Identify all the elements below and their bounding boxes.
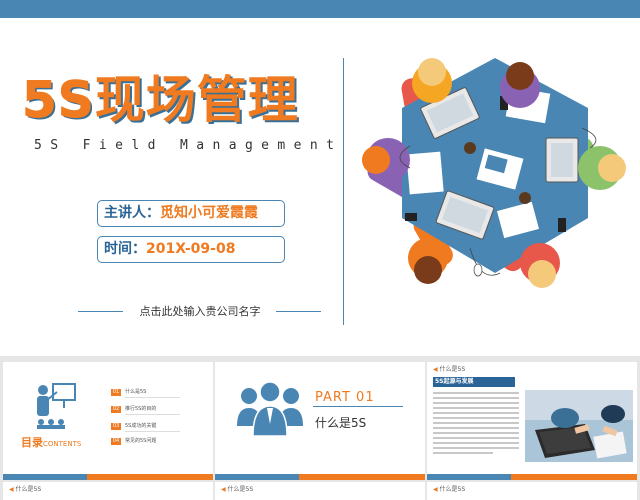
date-label: 时间：	[104, 241, 146, 257]
company-line-right	[276, 311, 321, 312]
toc-title: 目录CONTENTS	[21, 434, 81, 450]
toc-item-number: 01	[111, 389, 121, 396]
meeting-illustration[interactable]	[350, 48, 640, 298]
text-line	[433, 452, 493, 454]
thumbnail-row2-3[interactable]: ◀ 什么是5S	[427, 482, 637, 500]
toc-title-cn: 目录	[21, 436, 43, 449]
toc-divider	[125, 397, 180, 398]
text-line	[433, 392, 519, 394]
text-line	[433, 417, 519, 419]
speaker-value: 觅知小可爱霞霞	[160, 205, 258, 221]
speaker-label: 主讲人：	[104, 205, 160, 221]
company-name-placeholder[interactable]: 点击此处输入贵公司名字	[124, 303, 276, 319]
office-photo	[525, 390, 633, 462]
thumb-header: ◀ 什么是5S	[433, 364, 465, 373]
toc-title-en: CONTENTS	[43, 440, 82, 448]
thumb-header: ◀ 什么是5S	[9, 484, 41, 493]
thumbnail-row2-2[interactable]: ◀ 什么是5S	[215, 482, 425, 500]
toc-item-number: 04	[111, 438, 121, 445]
text-line	[433, 437, 519, 439]
section-title: 5S起源与发展	[433, 377, 515, 387]
part-label: PART 01	[315, 390, 375, 405]
thumb-bottom-accent	[511, 474, 637, 480]
date-box[interactable]: 时间：201X-09-08	[97, 236, 285, 263]
speaker-box[interactable]: 主讲人：觅知小可爱霞霞	[97, 200, 285, 227]
text-line	[433, 442, 519, 444]
presenter-icon	[37, 383, 76, 429]
toc-item[interactable]: 03 5S成功的关键	[111, 422, 156, 430]
toc-divider	[125, 431, 180, 432]
toc-item-number: 03	[111, 423, 121, 430]
text-line	[433, 422, 519, 424]
text-line	[433, 432, 519, 434]
slide-title[interactable]: 5S现场管理	[22, 70, 299, 130]
thumb-bottom-accent	[87, 474, 213, 480]
thumbnail-toc[interactable]: 目录CONTENTS 01 什么是5S 02 推行5S的目的 03 5S成功的关键 0…	[3, 362, 213, 480]
arrow-icon: ◀	[433, 366, 438, 373]
toc-item[interactable]: 01 什么是5S	[111, 388, 146, 396]
part-divider	[313, 406, 403, 407]
toc-item-label: 什么是5S	[125, 389, 147, 395]
main-slide[interactable]: 5S现场管理 5S Field Management 主讲人：觅知小可爱霞霞 时…	[0, 0, 640, 356]
arrow-icon: ◀	[9, 486, 14, 493]
thumbnail-row2-1[interactable]: ◀ 什么是5S	[3, 482, 213, 500]
slide-top-bar	[0, 0, 640, 18]
text-line	[433, 412, 519, 414]
toc-divider	[125, 414, 180, 415]
thumb-header-label: 什么是5S	[439, 366, 466, 373]
thumb-header-label: 什么是5S	[227, 486, 254, 493]
toc-item-label: 推行5S的目的	[125, 406, 157, 412]
arrow-icon: ◀	[433, 486, 438, 493]
vertical-divider	[343, 58, 344, 325]
thumb-bottom-accent	[299, 474, 425, 480]
toc-item[interactable]: 04 常见的5S问题	[111, 437, 156, 445]
toc-item-label: 常见的5S问题	[125, 438, 157, 444]
title-text: 现场管理	[94, 71, 299, 129]
arrow-icon: ◀	[221, 486, 226, 493]
company-line-left	[78, 311, 123, 312]
thumbnail-section[interactable]: ◀ 什么是5S 5S起源与发展	[427, 362, 637, 480]
text-line	[433, 397, 519, 399]
toc-item[interactable]: 02 推行5S的目的	[111, 405, 156, 413]
date-value: 201X-09-08	[146, 241, 236, 257]
toc-item-number: 02	[111, 406, 121, 413]
toc-item-label: 5S成功的关键	[125, 423, 157, 429]
thumb-header-label: 什么是5S	[15, 486, 42, 493]
text-line	[433, 402, 519, 404]
part-title: 什么是5S	[315, 416, 367, 430]
thumb-header: ◀ 什么是5S	[221, 484, 253, 493]
text-line	[433, 427, 519, 429]
text-line	[433, 407, 519, 409]
text-line	[433, 447, 519, 449]
thumb-header-label: 什么是5S	[439, 486, 466, 493]
thumb-header: ◀ 什么是5S	[433, 484, 465, 493]
thumbnail-part-01[interactable]: PART 01 什么是5S	[215, 362, 425, 480]
title-5s: 5S	[22, 71, 95, 130]
slide-subtitle[interactable]: 5S Field Management	[34, 138, 342, 153]
team-icon	[237, 381, 303, 437]
